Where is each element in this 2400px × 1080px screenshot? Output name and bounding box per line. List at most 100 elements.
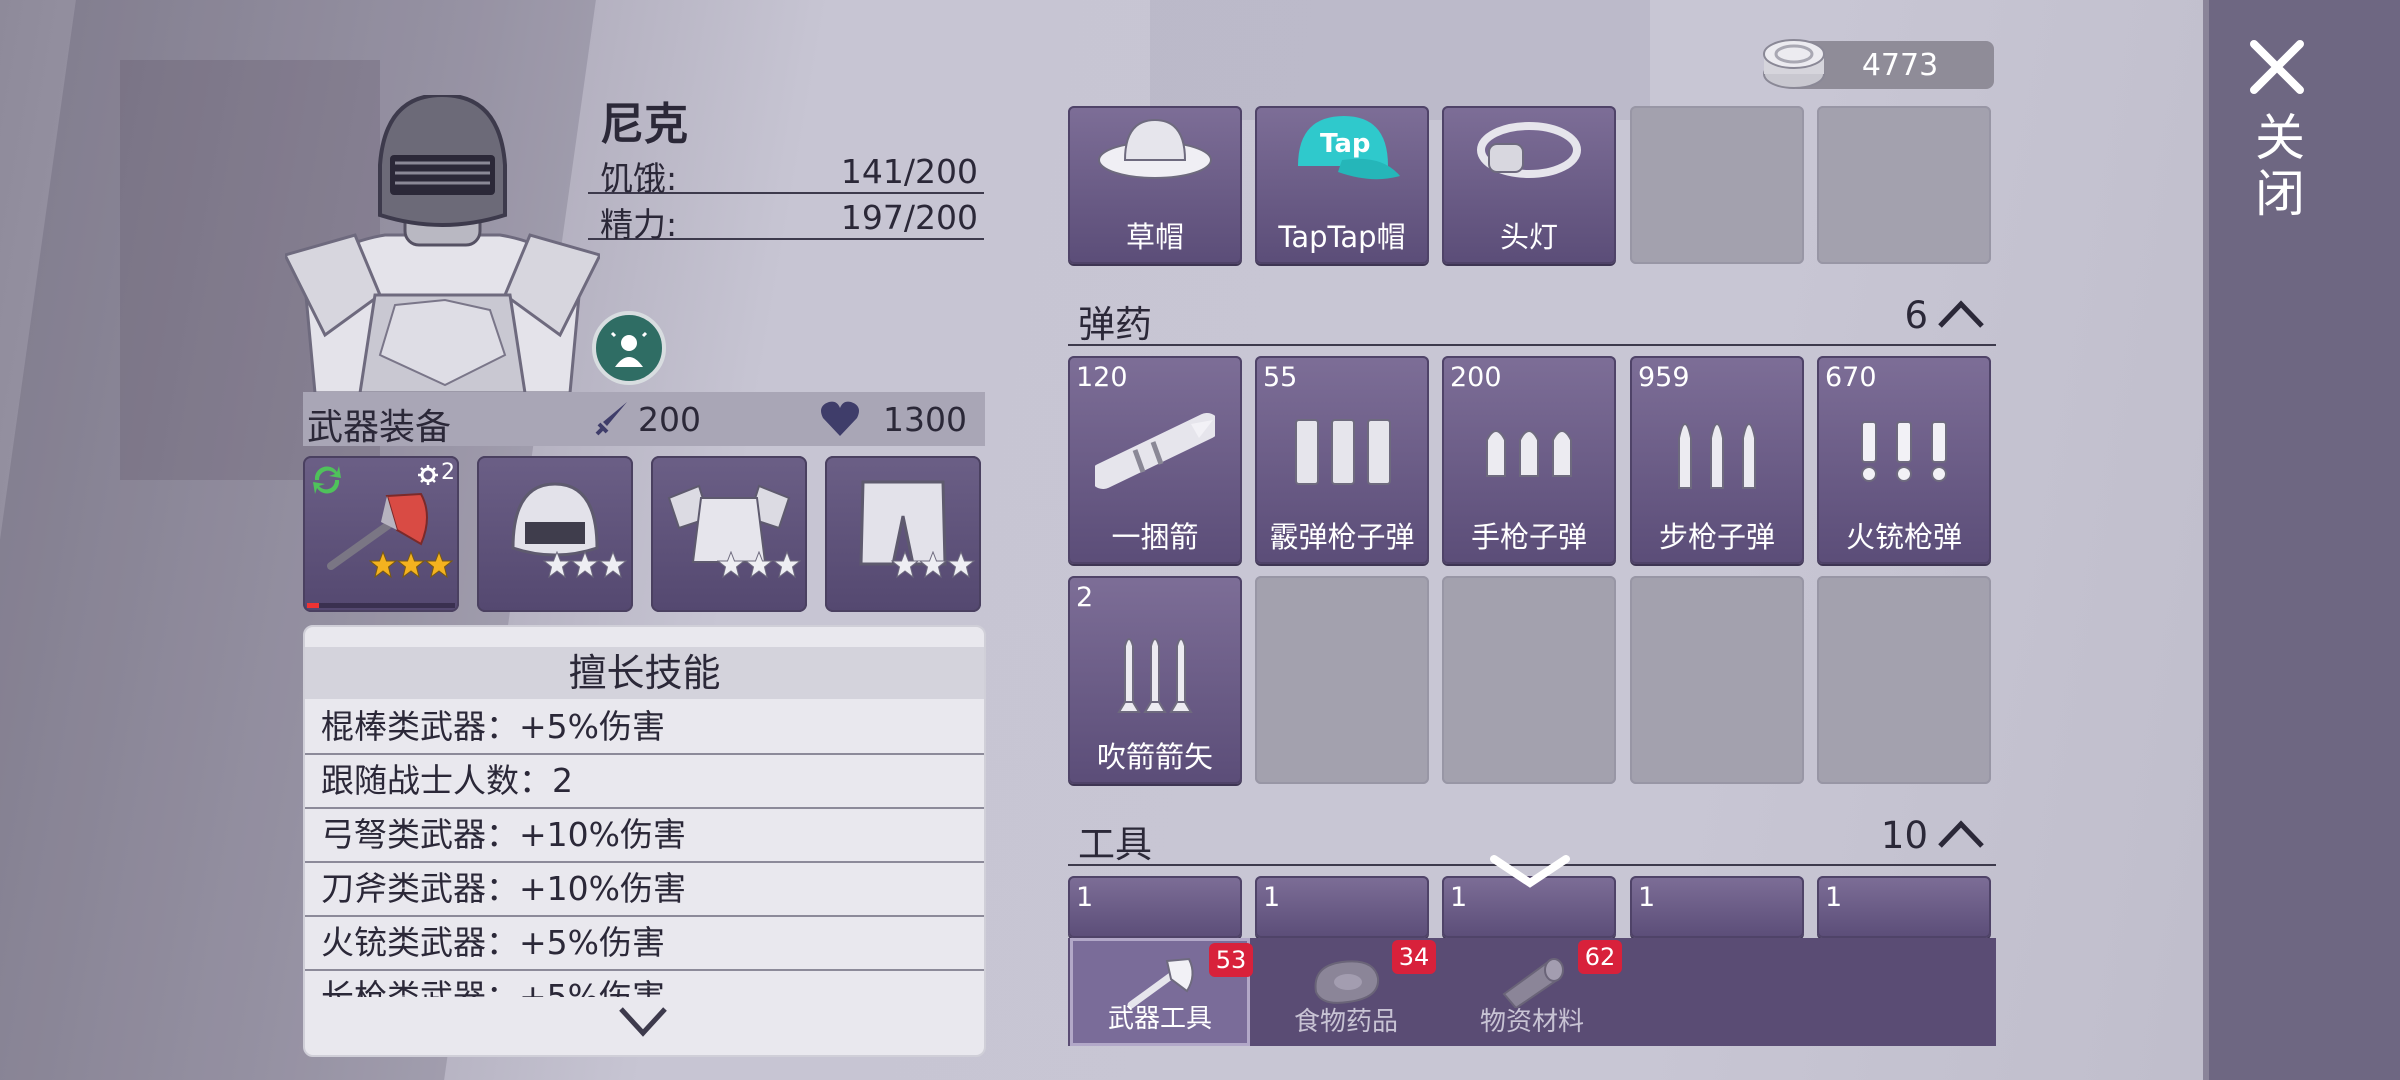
ammo-item[interactable]: 200 手枪子弹 xyxy=(1442,356,1616,564)
item-label: 火铳枪弹 xyxy=(1845,520,1962,554)
energy-label: 精力: xyxy=(600,205,678,244)
headlamp-icon xyxy=(1477,122,1581,178)
tools-title: 工具 xyxy=(1078,823,1152,866)
armor-slot[interactable] xyxy=(651,456,807,612)
tab-badge: 53 xyxy=(1209,943,1253,977)
skills-panel[interactable]: 擅长技能 棍棒类武器：+5%伤害 跟随战士人数：2 弓弩类武器：+10%伤害 刀… xyxy=(303,625,986,1057)
skill-row: 棍棒类武器：+5%伤害 xyxy=(305,701,984,755)
ammo-item[interactable]: 959 步枪子弹 xyxy=(1630,356,1804,564)
ammo-section-header[interactable]: 弹药 6 xyxy=(1068,290,1996,346)
tools-count: 10 xyxy=(1880,814,1928,857)
chevron-down-icon[interactable] xyxy=(617,1005,669,1039)
character-name: 尼克 xyxy=(600,99,688,150)
tab-badge: 34 xyxy=(1392,940,1436,974)
equipment-title: 武器装备 xyxy=(307,407,452,448)
item-count: 1 xyxy=(1638,882,1656,913)
scroll-down-chevron-icon[interactable] xyxy=(1490,855,1570,889)
skill-row: 长枪类武器：+5%伤害 xyxy=(321,977,666,997)
blowgun-darts-icon xyxy=(1117,638,1193,713)
item-count: 2 xyxy=(1076,582,1094,613)
ammo-count: 6 xyxy=(1904,294,1928,337)
item-label: 一捆箭 xyxy=(1111,520,1199,554)
energy-value: 197/200 xyxy=(840,198,978,237)
ammo-title: 弹药 xyxy=(1078,303,1152,346)
pistol-bullets-icon xyxy=(1486,430,1572,477)
straw-hat-icon xyxy=(1098,118,1212,179)
equipment-header: 武器装备 200 1300 xyxy=(303,392,985,448)
tab-food-medicine[interactable]: 34 食物药品 xyxy=(1256,938,1436,1046)
tab-label: 食物药品 xyxy=(1293,1007,1398,1037)
tool-item[interactable]: 1 xyxy=(1817,876,1991,938)
energy-stat: 精力: 197/200 xyxy=(588,194,984,244)
item-label: 吹箭箭矢 xyxy=(1096,740,1213,774)
chevron-up-icon[interactable] xyxy=(1936,820,1986,850)
meat-icon xyxy=(1314,960,1380,1004)
item-label: 步枪子弹 xyxy=(1658,520,1775,554)
item-count: 1 xyxy=(1450,882,1468,913)
ammo-item[interactable]: 120 一捆箭 xyxy=(1068,356,1242,564)
arrow-bundle-icon xyxy=(1095,413,1215,489)
close-label[interactable]: 关闭 xyxy=(2255,110,2305,222)
chevron-up-icon[interactable] xyxy=(1936,300,1986,330)
item-count: 55 xyxy=(1263,362,1298,393)
hat-item-straw[interactable]: 草帽 xyxy=(1068,106,1242,264)
item-count: 670 xyxy=(1825,362,1877,393)
item-count: 200 xyxy=(1450,362,1502,393)
tab-materials[interactable]: 62 物资材料 xyxy=(1442,938,1622,1046)
heart-icon xyxy=(821,401,859,436)
tool-item[interactable]: 1 xyxy=(1630,876,1804,938)
character-portrait xyxy=(285,95,600,393)
tab-badge: 62 xyxy=(1578,940,1622,974)
tab-label: 武器工具 xyxy=(1107,1004,1212,1034)
item-label: TapTap帽 xyxy=(1278,220,1406,254)
svg-text:Tap: Tap xyxy=(1320,129,1371,159)
empty-slot xyxy=(1630,106,1804,264)
musket-balls-icon xyxy=(1861,421,1947,482)
empty-slot xyxy=(1817,576,1991,784)
hunger-stat: 饥饿: 141/200 xyxy=(588,148,984,198)
empty-slot xyxy=(1442,576,1616,784)
skill-badge[interactable] xyxy=(592,311,666,385)
category-tabs: 53 武器工具 34 食物药品 62 物资材料 xyxy=(1068,938,1996,1046)
weapon-level: 2 xyxy=(441,460,455,485)
skills-title: 擅长技能 xyxy=(305,647,984,699)
weapon-stars xyxy=(368,550,454,586)
item-count: 1 xyxy=(1263,882,1281,913)
ammo-item[interactable]: 2 吹箭箭矢 xyxy=(1068,576,1242,784)
skill-row: 弓弩类武器：+10%伤害 xyxy=(305,809,984,863)
item-label: 霰弹枪子弹 xyxy=(1269,520,1415,554)
close-icon[interactable] xyxy=(2248,38,2306,96)
taptap-cap-icon: Tap xyxy=(1298,116,1400,180)
skill-row: 跟随战士人数：2 xyxy=(305,755,984,809)
attack-value: 200 xyxy=(638,400,701,439)
ammo-item[interactable]: 670 火铳枪弹 xyxy=(1817,356,1991,564)
skill-row: 火铳类武器：+5%伤害 xyxy=(305,917,984,971)
hat-item-headlamp[interactable]: 头灯 xyxy=(1442,106,1616,264)
hunger-value: 141/200 xyxy=(840,152,978,191)
helmet-slot[interactable] xyxy=(477,456,633,612)
hunger-label: 饥饿: xyxy=(600,159,678,198)
item-count: 1 xyxy=(1076,882,1094,913)
helmet-stars xyxy=(542,550,628,586)
empty-slot xyxy=(1817,106,1991,264)
armor-stars xyxy=(716,550,802,586)
item-label: 头灯 xyxy=(1499,220,1558,254)
item-count: 120 xyxy=(1076,362,1128,393)
sword-icon xyxy=(595,402,627,436)
tool-item[interactable]: 1 xyxy=(1068,876,1242,938)
skill-row: 刀斧类武器：+10%伤害 xyxy=(305,863,984,917)
hat-item-taptap[interactable]: Tap TapTap帽 xyxy=(1255,106,1429,264)
pants-slot[interactable] xyxy=(825,456,981,612)
item-count: 959 xyxy=(1638,362,1690,393)
health-value: 1300 xyxy=(883,400,967,439)
ammo-item[interactable]: 55 霰弹枪子弹 xyxy=(1255,356,1429,564)
pants-stars xyxy=(890,550,976,586)
avatar-sparkle-icon xyxy=(610,331,648,367)
item-label: 手枪子弹 xyxy=(1470,520,1587,554)
weapon-slot[interactable]: 2 xyxy=(303,456,459,612)
tab-weapons-tools[interactable]: 53 武器工具 xyxy=(1070,938,1253,1046)
item-label: 草帽 xyxy=(1125,220,1184,254)
tool-item[interactable]: 1 xyxy=(1255,876,1429,938)
item-count: 1 xyxy=(1825,882,1843,913)
shotgun-shells-icon xyxy=(1295,419,1391,485)
